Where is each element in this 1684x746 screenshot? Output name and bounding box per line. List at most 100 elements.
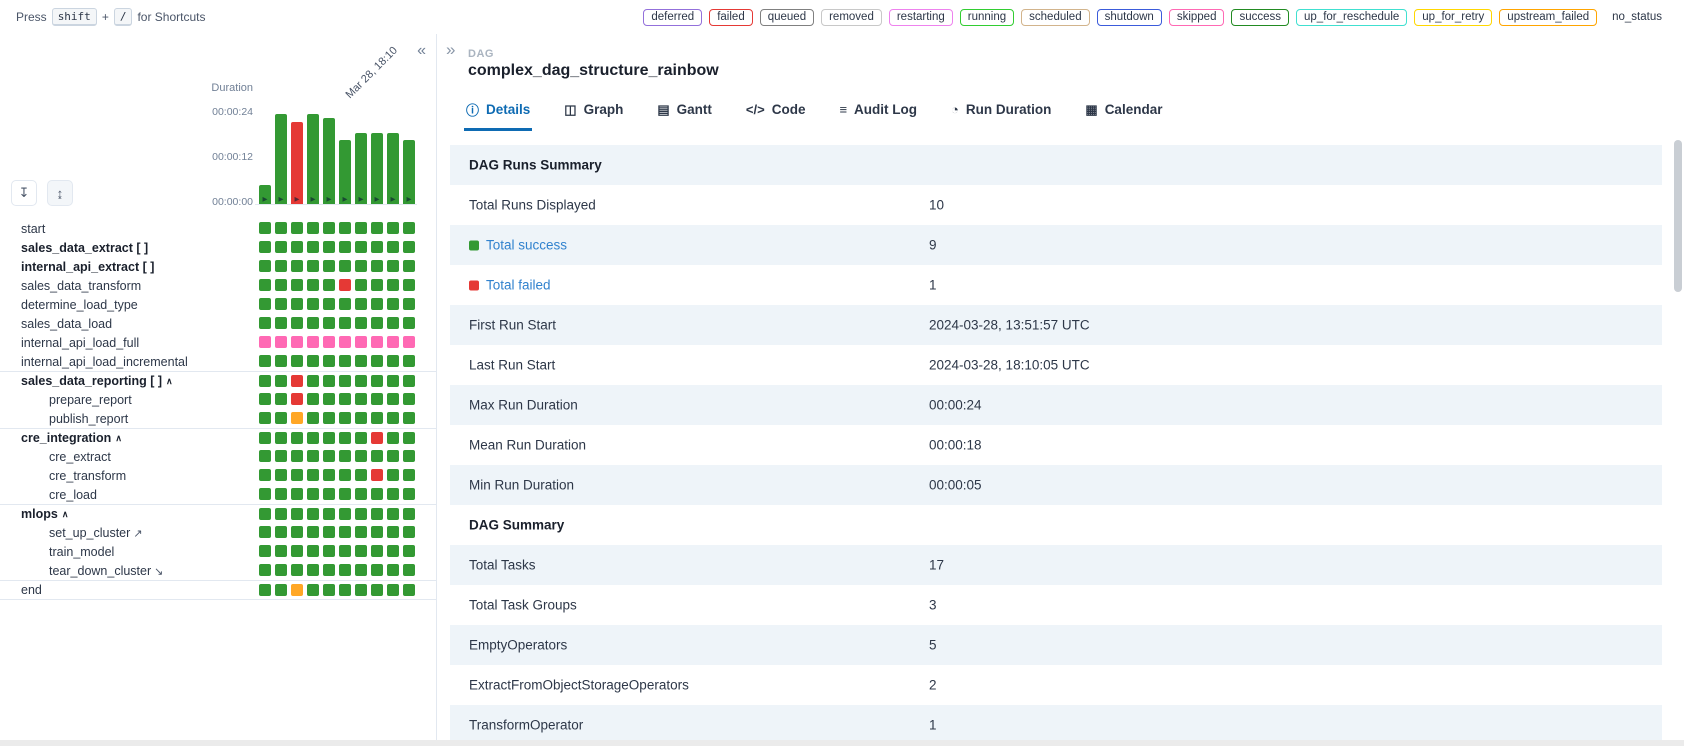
task-row-cre_extract[interactable]: cre_extract — [0, 447, 436, 466]
task-instance-square[interactable] — [307, 317, 319, 329]
tab-run-duration[interactable]: ◔Run Duration — [949, 100, 1053, 131]
status-badge-scheduled[interactable]: scheduled — [1021, 9, 1089, 26]
status-badge-upstream_failed[interactable]: upstream_failed — [1499, 9, 1597, 26]
task-instance-square[interactable] — [387, 279, 399, 291]
task-instance-square[interactable] — [387, 450, 399, 462]
task-row-mlops[interactable]: mlops∧ — [0, 504, 436, 523]
status-badge-queued[interactable]: queued — [760, 9, 814, 26]
task-instance-square[interactable] — [275, 564, 287, 576]
task-instance-square[interactable] — [259, 375, 271, 387]
task-instance-square[interactable] — [291, 317, 303, 329]
task-instance-square[interactable] — [403, 222, 415, 234]
tab-audit-log[interactable]: ≡Audit Log — [837, 100, 919, 131]
task-instance-square[interactable] — [307, 279, 319, 291]
task-instance-square[interactable] — [355, 260, 367, 272]
task-instance-square[interactable] — [403, 508, 415, 520]
task-instance-square[interactable] — [307, 508, 319, 520]
status-filter-link[interactable]: Total failed — [469, 278, 551, 293]
task-instance-square[interactable] — [403, 545, 415, 557]
task-instance-square[interactable] — [371, 355, 383, 367]
task-instance-square[interactable] — [291, 564, 303, 576]
task-instance-square[interactable] — [275, 488, 287, 500]
task-instance-square[interactable] — [355, 393, 367, 405]
task-instance-square[interactable] — [371, 412, 383, 424]
tab-code[interactable]: </>Code — [744, 100, 808, 131]
task-instance-square[interactable] — [307, 241, 319, 253]
task-instance-square[interactable] — [323, 260, 335, 272]
tab-details[interactable]: ⓘDetails — [464, 100, 532, 131]
task-instance-square[interactable] — [355, 564, 367, 576]
task-row-cre_transform[interactable]: cre_transform — [0, 466, 436, 485]
status-badge-restarting[interactable]: restarting — [889, 9, 953, 26]
task-instance-square[interactable] — [307, 375, 319, 387]
task-instance-square[interactable] — [307, 545, 319, 557]
task-instance-square[interactable] — [323, 488, 335, 500]
task-instance-square[interactable] — [323, 336, 335, 348]
task-instance-square[interactable] — [371, 298, 383, 310]
task-instance-square[interactable] — [339, 450, 351, 462]
task-instance-square[interactable] — [339, 564, 351, 576]
task-instance-square[interactable] — [339, 375, 351, 387]
task-instance-square[interactable] — [387, 432, 399, 444]
task-instance-square[interactable] — [275, 279, 287, 291]
task-instance-square[interactable] — [403, 584, 415, 596]
task-instance-square[interactable] — [307, 260, 319, 272]
task-instance-square[interactable] — [275, 432, 287, 444]
task-instance-square[interactable] — [323, 375, 335, 387]
task-instance-square[interactable] — [291, 432, 303, 444]
task-instance-square[interactable] — [371, 375, 383, 387]
status-badge-running[interactable]: running — [960, 9, 1014, 26]
task-instance-square[interactable] — [403, 393, 415, 405]
task-instance-square[interactable] — [275, 336, 287, 348]
task-instance-square[interactable] — [275, 317, 287, 329]
task-instance-square[interactable] — [387, 375, 399, 387]
task-instance-square[interactable] — [387, 545, 399, 557]
task-instance-square[interactable] — [355, 222, 367, 234]
run-duration-bar[interactable]: ▶ — [355, 133, 367, 204]
task-instance-square[interactable] — [275, 393, 287, 405]
status-badge-up_for_retry[interactable]: up_for_retry — [1414, 9, 1492, 26]
task-instance-square[interactable] — [291, 488, 303, 500]
task-instance-square[interactable] — [323, 241, 335, 253]
task-instance-square[interactable] — [307, 584, 319, 596]
task-instance-square[interactable] — [371, 564, 383, 576]
task-row-internal_api_extract[interactable]: internal_api_extract [ ] — [0, 257, 436, 276]
task-instance-square[interactable] — [307, 469, 319, 481]
task-instance-square[interactable] — [371, 488, 383, 500]
task-instance-square[interactable] — [259, 298, 271, 310]
task-instance-square[interactable] — [355, 526, 367, 538]
task-instance-square[interactable] — [275, 412, 287, 424]
task-instance-square[interactable] — [387, 564, 399, 576]
run-duration-bar[interactable]: ▶ — [339, 140, 351, 204]
task-instance-square[interactable] — [371, 336, 383, 348]
task-instance-square[interactable] — [339, 355, 351, 367]
task-instance-square[interactable] — [323, 450, 335, 462]
status-badge-skipped[interactable]: skipped — [1169, 9, 1225, 26]
task-instance-square[interactable] — [323, 412, 335, 424]
task-instance-square[interactable] — [307, 432, 319, 444]
run-duration-bar[interactable]: ▶ — [259, 185, 271, 204]
task-instance-square[interactable] — [307, 393, 319, 405]
task-instance-square[interactable] — [275, 545, 287, 557]
vertical-scrollbar-thumb[interactable] — [1674, 140, 1682, 292]
task-instance-square[interactable] — [291, 298, 303, 310]
task-instance-square[interactable] — [291, 469, 303, 481]
task-instance-square[interactable] — [259, 564, 271, 576]
task-instance-square[interactable] — [275, 222, 287, 234]
horizontal-scrollbar[interactable] — [0, 740, 1684, 746]
task-instance-square[interactable] — [275, 450, 287, 462]
task-instance-square[interactable] — [323, 564, 335, 576]
task-instance-square[interactable] — [323, 222, 335, 234]
expand-all-groups-button[interactable]: ↨ — [47, 180, 73, 206]
status-badge-removed[interactable]: removed — [821, 9, 882, 26]
task-instance-square[interactable] — [323, 584, 335, 596]
task-row-cre_integration[interactable]: cre_integration∧ — [0, 428, 436, 447]
task-instance-square[interactable] — [291, 279, 303, 291]
task-instance-square[interactable] — [387, 298, 399, 310]
task-instance-square[interactable] — [259, 584, 271, 596]
task-instance-square[interactable] — [291, 412, 303, 424]
task-instance-square[interactable] — [291, 222, 303, 234]
task-instance-square[interactable] — [307, 298, 319, 310]
status-badge-deferred[interactable]: deferred — [643, 9, 702, 26]
expand-panel-button[interactable]: » — [446, 40, 455, 60]
